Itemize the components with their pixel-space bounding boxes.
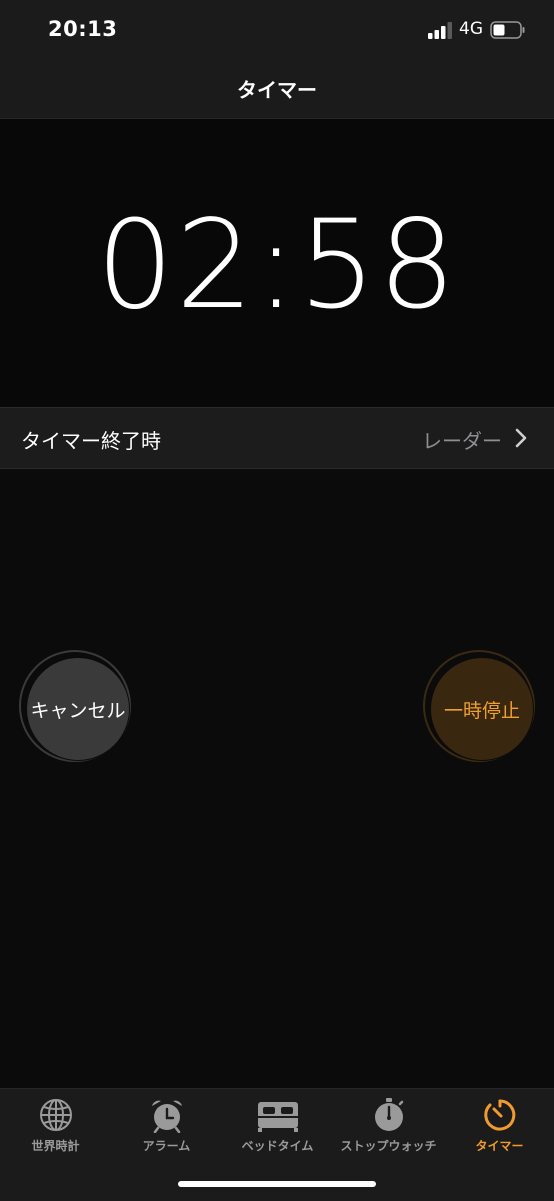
tab-label: ベッドタイム	[241, 1139, 314, 1153]
status-bar: 20:13 4G	[0, 0, 554, 60]
cellular-signal-icon	[428, 22, 452, 39]
home-indicator[interactable]	[178, 1181, 376, 1187]
pause-button-label: 一時停止	[430, 657, 534, 761]
tab-bedtime[interactable]: ベッドタイム	[222, 1097, 333, 1161]
timer-end-label: タイマー終了時	[21, 429, 161, 453]
battery-icon	[490, 21, 525, 39]
status-time: 20:13	[48, 17, 118, 41]
timer-icon	[483, 1099, 515, 1131]
tab-label: タイマー	[475, 1139, 524, 1153]
tab-alarm[interactable]: アラーム	[111, 1097, 222, 1161]
timer-remaining: 02:58	[96, 194, 458, 336]
network-type: 4G	[459, 19, 483, 39]
timer-end-sound-row[interactable]: タイマー終了時 レーダー	[0, 407, 554, 469]
tab-label: ストップウォッチ	[340, 1139, 437, 1153]
pause-button[interactable]: 一時停止	[423, 650, 535, 762]
tab-label: アラーム	[142, 1139, 191, 1153]
timer-display: 02:58	[0, 119, 554, 407]
globe-icon	[39, 1099, 72, 1131]
alarm-clock-icon	[151, 1100, 182, 1133]
cancel-button-label: キャンセル	[26, 657, 130, 761]
tab-label: 世界時計	[31, 1139, 80, 1153]
tab-timer[interactable]: タイマー	[444, 1097, 554, 1161]
tab-stopwatch[interactable]: ストップウォッチ	[333, 1097, 444, 1161]
bed-icon	[257, 1102, 298, 1132]
chevron-right-icon	[515, 428, 527, 448]
tab-world-clock[interactable]: 世界時計	[0, 1097, 111, 1161]
cancel-button[interactable]: キャンセル	[19, 650, 131, 762]
timer-end-sound-value: レーダー	[422, 429, 502, 453]
navigation-bar: タイマー	[0, 60, 554, 119]
page-title: タイマー	[237, 78, 317, 102]
stopwatch-icon	[374, 1098, 403, 1131]
